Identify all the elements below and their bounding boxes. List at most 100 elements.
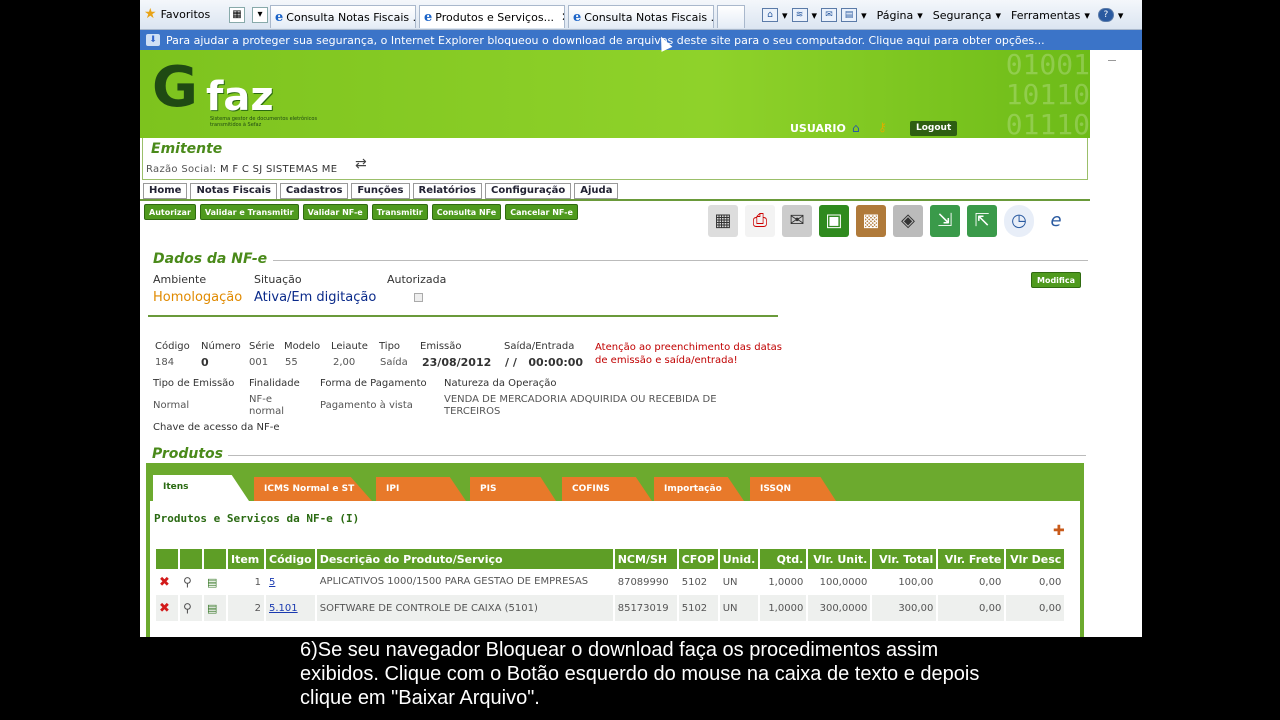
modifica-button[interactable]: Modifica — [1031, 272, 1081, 288]
menu-relatorios[interactable]: Relatórios — [412, 183, 483, 199]
situacao-label: Situação — [254, 273, 302, 286]
security-infobar[interactable]: ⬇ Para ajudar a proteger sua segurança, … — [140, 30, 1142, 50]
dropdown-arrow-icon[interactable]: ▾ — [861, 9, 867, 22]
autorizar-button[interactable]: Autorizar — [144, 204, 196, 220]
codigo-cell: 5.101 — [266, 595, 315, 621]
quick-tabs-icon[interactable]: ▦ — [229, 7, 245, 23]
tab-icms[interactable]: ICMS Normal e ST — [254, 477, 372, 501]
unid-cell: UN — [719, 595, 759, 621]
dados-nfe-section: Dados da NF-e Ambiente Situação Autoriza… — [148, 250, 1088, 440]
consulta-nfe-button[interactable]: Consulta NFe — [431, 204, 502, 220]
produtos-panel: Itens ICMS Normal e ST IPI PIS COFINS Im… — [146, 463, 1084, 637]
command-bar: ⌂ ▾ ≋ ▾ ✉ ▤ ▾ Página ▾ Segurança ▾ Ferra… — [762, 8, 1123, 22]
excel-export-icon[interactable]: ⇲ — [930, 205, 960, 237]
nfe-icon[interactable]: e — [1041, 205, 1071, 237]
clock-icon[interactable]: ◷ — [1004, 205, 1034, 237]
ie-icon: e — [573, 9, 582, 25]
saida-value: / / 00:00:00 — [505, 356, 584, 369]
menu-ajuda[interactable]: Ajuda — [574, 183, 619, 199]
codigo-link[interactable]: 5 — [269, 577, 275, 588]
cancelar-nfe-button[interactable]: Cancelar NF-e — [505, 204, 578, 220]
col-codigo: Código — [266, 549, 315, 569]
transmitir-button[interactable]: Transmitir — [371, 204, 428, 220]
tab-consulta-1[interactable]: e Consulta Notas Fiscais ... — [270, 5, 416, 28]
pdf-icon[interactable]: ⎙ — [745, 205, 775, 237]
tool-icons: ▦ ⎙ ✉ ▣ ▩ ◈ ⇲ ⇱ ◷ e — [708, 205, 1071, 237]
home-icon[interactable]: ⌂ — [852, 121, 860, 135]
serie-value: 001 — [249, 357, 269, 368]
document-icon[interactable]: ▤ — [207, 576, 217, 589]
tab-produtos[interactable]: e Produtos e Serviços... ✕ — [419, 5, 565, 28]
autorizada-checkbox[interactable] — [414, 293, 423, 302]
ncm-cell: 85173019 — [614, 595, 677, 621]
favorites-label: Favoritos — [160, 7, 211, 21]
mail-icon[interactable]: ✉ — [821, 8, 838, 22]
tipo-value: Saída — [380, 357, 408, 368]
menu-seguranca[interactable]: Segurança — [933, 9, 992, 22]
box-icon[interactable]: ▩ — [856, 205, 886, 237]
view-cell: ⚲ — [180, 595, 202, 621]
save-icon[interactable]: ▣ — [819, 205, 849, 237]
menu-pagina[interactable]: Página — [877, 9, 914, 22]
delete-icon[interactable]: ✖ — [159, 601, 170, 616]
emitente-panel: Emitente Razão Social: M F C SJ SISTEMAS… — [142, 138, 1088, 180]
feeds-icon[interactable]: ≋ — [791, 8, 808, 22]
add-product-icon[interactable]: ✚ — [1053, 523, 1073, 541]
home-icon[interactable]: ⌂ — [762, 8, 778, 22]
tab-issqn[interactable]: ISSQN — [750, 477, 836, 501]
emissao-value: 23/08/2012 — [422, 356, 492, 369]
natureza-value: VENDA DE MERCADORIA ADQUIRIDA OU RECEBID… — [444, 394, 717, 417]
browser-window: ★ Favoritos ▦ ▾ e Consulta Notas Fiscais… — [140, 0, 1142, 637]
delete-icon[interactable]: ✖ — [159, 575, 170, 590]
menu-ferramentas[interactable]: Ferramentas — [1011, 9, 1080, 22]
validar-nfe-button[interactable]: Validar NF-e — [302, 204, 368, 220]
document-icon[interactable]: ▤ — [207, 602, 217, 615]
vunit-cell: 300,0000 — [808, 595, 871, 621]
menu-funcoes[interactable]: Funções — [351, 183, 410, 199]
dados-title: Dados da NF-e — [153, 251, 268, 267]
menu-configuracao[interactable]: Configuração — [485, 183, 572, 199]
magnifier-icon[interactable]: ⚲ — [183, 601, 192, 615]
tab-list-icon[interactable]: ▾ — [252, 7, 268, 23]
tab-ipi[interactable]: IPI — [376, 477, 466, 501]
col-item: Item — [228, 549, 264, 569]
magnifier-icon[interactable]: ⚲ — [183, 575, 192, 589]
help-icon[interactable]: ? — [1097, 8, 1114, 22]
vfrete-cell: 0,00 — [938, 569, 1005, 595]
favorites-button[interactable]: ★ Favoritos — [144, 7, 210, 21]
dropdown-arrow-icon[interactable]: ▾ — [812, 9, 818, 22]
print-icon[interactable]: ▤ — [841, 8, 858, 22]
produtos-title: Produtos — [152, 446, 223, 462]
tab-importacao[interactable]: Importação — [654, 477, 744, 501]
excel-import-icon[interactable]: ⇱ — [967, 205, 997, 237]
main-menu: Home Notas Fiscais Cadastros Funções Rel… — [143, 183, 619, 199]
tag-icon[interactable]: ◈ — [893, 205, 923, 237]
scrollbar[interactable] — [1090, 50, 1142, 637]
infobar-text: Para ajudar a proteger sua segurança, o … — [166, 33, 1045, 47]
logout-button[interactable]: Logout — [910, 121, 958, 136]
tab-cofins[interactable]: COFINS — [562, 477, 652, 501]
menu-home[interactable]: Home — [143, 183, 188, 199]
dropdown-arrow-icon[interactable]: ▾ — [782, 9, 788, 22]
autorizada-label: Autorizada — [387, 273, 447, 286]
tab-pis[interactable]: PIS — [470, 477, 556, 501]
validar-transmitir-button[interactable]: Validar e Transmitir — [199, 204, 299, 220]
scroll-marker — [1108, 60, 1116, 61]
key-icon[interactable]: ⚷ — [878, 120, 887, 134]
tipo-emissao-value: Normal — [153, 400, 190, 411]
tipo-label: Tipo — [379, 341, 401, 352]
menu-cadastros[interactable]: Cadastros — [279, 183, 349, 199]
tab-itens[interactable]: Itens — [153, 475, 249, 501]
calculator-icon[interactable]: ▦ — [708, 205, 738, 237]
new-tab-button[interactable] — [717, 5, 745, 28]
tab-consulta-2[interactable]: e Consulta Notas Fiscais ... — [568, 5, 714, 28]
menu-notas-fiscais[interactable]: Notas Fiscais — [190, 183, 277, 199]
refresh-icon[interactable]: ⇄ — [355, 156, 367, 172]
ambiente-label: Ambiente — [153, 273, 207, 286]
dropdown-arrow-icon: ▾ — [1084, 8, 1090, 22]
tipo-emissao-label: Tipo de Emissão — [153, 378, 235, 389]
tab-label: Consulta Notas Fiscais ... — [584, 10, 714, 24]
email-icon[interactable]: ✉ — [782, 205, 812, 237]
codigo-link[interactable]: 5.101 — [269, 603, 298, 614]
close-tab-icon[interactable]: ✕ — [561, 10, 564, 24]
